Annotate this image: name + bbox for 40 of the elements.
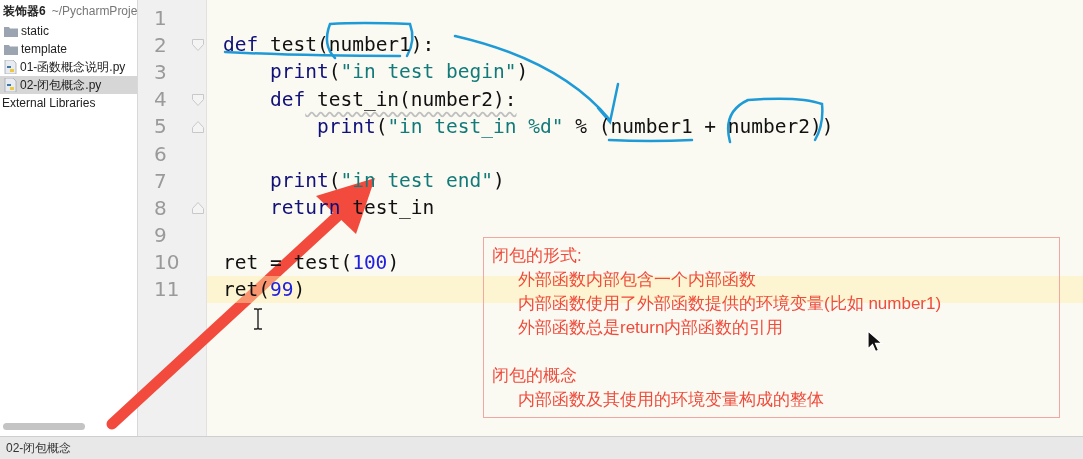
line-number: 9 bbox=[154, 223, 167, 248]
code-line: print("in test begin") bbox=[268, 60, 529, 84]
tree-item[interactable]: 02-闭包概念.py bbox=[0, 76, 137, 94]
python-file-icon bbox=[4, 60, 17, 74]
code-line: ret(99) bbox=[223, 277, 306, 301]
line-number: 8 bbox=[154, 195, 167, 220]
fold-start-icon[interactable] bbox=[192, 39, 204, 52]
line-number: 11 bbox=[154, 277, 180, 302]
code-line: ret = test(100) bbox=[223, 250, 400, 274]
status-text: 02-闭包概念 bbox=[6, 439, 72, 457]
line-number: 10 bbox=[154, 250, 180, 275]
text-cursor-icon bbox=[253, 308, 263, 330]
tree-item[interactable]: template bbox=[0, 40, 137, 58]
line-number: 1 bbox=[154, 5, 167, 30]
project-path: ~/PycharmProje bbox=[51, 4, 137, 18]
line-number: 7 bbox=[154, 168, 167, 193]
project-name: 装饰器6 bbox=[3, 3, 46, 20]
note-text: 内部函数使用了外部函数提供的环境变量(比如 number1) bbox=[517, 293, 943, 315]
line-number: 3 bbox=[154, 59, 167, 84]
note-text: 内部函数及其使用的环境变量构成的整体 bbox=[517, 389, 825, 411]
line-number: 2 bbox=[154, 32, 167, 57]
code-line: def test_in(number2): bbox=[268, 87, 517, 111]
folder-icon bbox=[4, 25, 18, 37]
folder-icon bbox=[4, 43, 18, 55]
fold-end-icon[interactable] bbox=[192, 120, 204, 133]
fold-end-icon[interactable] bbox=[192, 202, 204, 215]
note-text: 外部函数总是return内部函数的引用 bbox=[517, 317, 785, 339]
line-number: 4 bbox=[154, 87, 167, 112]
line-number: 6 bbox=[154, 141, 167, 166]
fold-start-icon[interactable] bbox=[192, 93, 204, 106]
note-heading: 闭包的形式: bbox=[492, 245, 583, 267]
note-heading: 闭包的概念 bbox=[492, 365, 578, 387]
mouse-pointer-icon bbox=[867, 330, 883, 354]
python-file-icon bbox=[4, 78, 17, 92]
scrollbar[interactable] bbox=[3, 423, 85, 430]
tree-item[interactable]: 01-函数概念说明.py bbox=[0, 58, 137, 76]
line-number: 5 bbox=[154, 114, 167, 139]
tree-item[interactable]: External Libraries bbox=[0, 94, 137, 112]
tree-item[interactable]: static bbox=[0, 22, 137, 40]
note-text: 外部函数内部包含一个内部函数 bbox=[517, 269, 757, 291]
